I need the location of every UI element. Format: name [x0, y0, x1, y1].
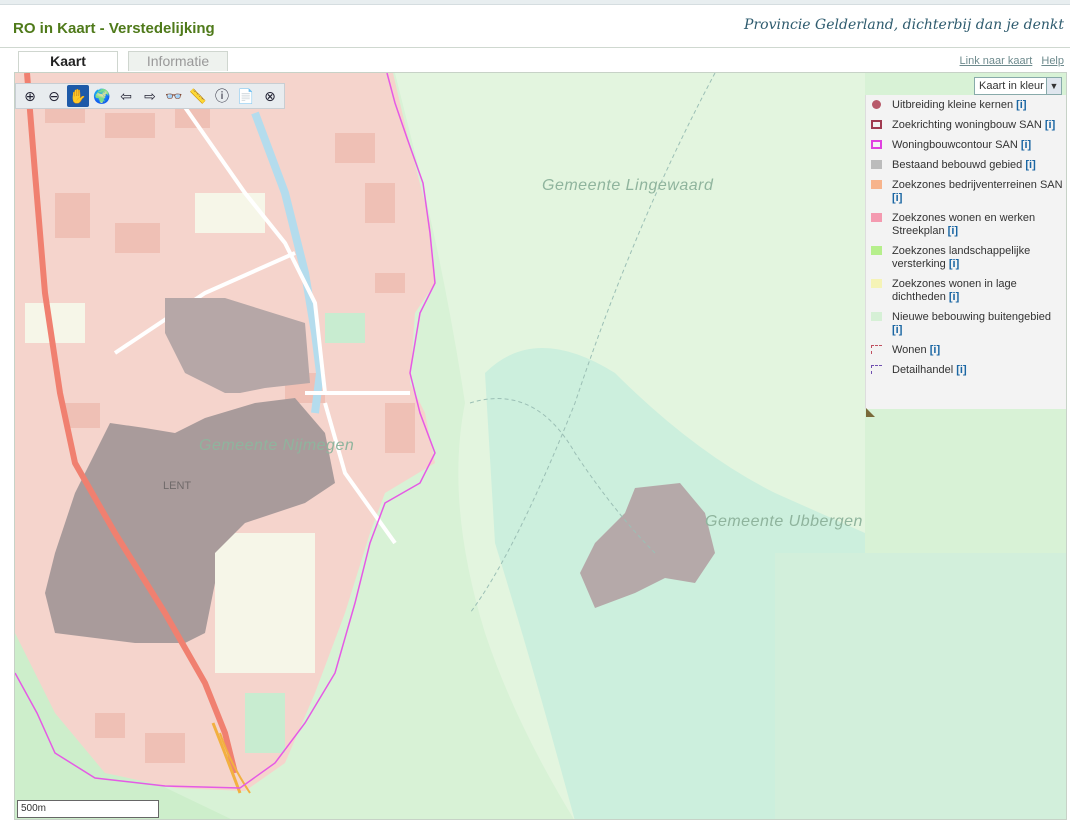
legend-item-label: Zoekzones landschappelijke versterking [892, 245, 1031, 270]
legend-panel: Uitbreiding kleine kernen [i] Zoekrichtin… [865, 95, 1066, 417]
legend-item: Wonen [i] [866, 344, 1063, 357]
legend-symbol-icon [871, 213, 882, 222]
legend-resize-handle[interactable] [866, 408, 875, 417]
zoom-out-icon[interactable]: ⊖ [43, 85, 65, 107]
legend-item: Zoekzones landschappelijke versterking [… [866, 245, 1063, 271]
map-label-nijmegen: Gemeente Nijmegen [199, 437, 355, 454]
legend-info-link[interactable]: [i] [949, 258, 959, 270]
legend-info-link[interactable]: [i] [1021, 139, 1031, 151]
legend-symbol-icon [871, 246, 882, 255]
legend-item-label: Nieuwe bebouwing buitengebied [892, 311, 1052, 323]
measure-icon[interactable]: 📏 [187, 85, 209, 107]
legend-item: Detailhandel [i] [866, 364, 1063, 377]
scale-bar: 500m [17, 800, 159, 818]
link-map-link[interactable]: Link naar kaart [960, 55, 1033, 67]
legend-info-link[interactable]: [i] [892, 192, 902, 204]
legend-info-link[interactable]: [i] [1025, 159, 1035, 171]
tab-kaart[interactable]: Kaart [18, 51, 118, 73]
legend-item: Zoekrichting woningbouw SAN [i] [866, 119, 1063, 132]
legend-symbol-icon [872, 100, 881, 109]
legend-item-label: Zoekzones bedrijventerreinen SAN [892, 179, 1063, 191]
info-icon[interactable]: ⓘ [211, 85, 233, 107]
map-style-select[interactable]: Kaart in kleur ▼ [974, 77, 1062, 95]
map-toolbar: ⊕ ⊖ ✋ 🌍 ⇦ ⇨ 👓 📏 ⓘ 📄 ⊗ [15, 83, 285, 109]
legend-info-link[interactable]: [i] [892, 324, 902, 336]
legend-symbol-icon [871, 345, 882, 354]
forward-arrow-icon[interactable]: ⇨ [139, 85, 161, 107]
legend-item: Zoekzones wonen en werken Streekplan [i] [866, 212, 1063, 238]
page-header: RO in Kaart - Verstedelijking Provincie … [0, 5, 1070, 48]
map-label-lingewaard: Gemeente Lingewaard [542, 177, 714, 194]
legend-symbol-icon [871, 140, 882, 149]
back-arrow-icon[interactable]: ⇦ [115, 85, 137, 107]
map-style-value: Kaart in kleur [979, 80, 1044, 92]
legend-symbol-icon [871, 180, 882, 189]
legend-item-label: Uitbreiding kleine kernen [892, 99, 1014, 111]
legend-item-label: Bestaand bebouwd gebied [892, 159, 1023, 171]
app-title: RO in Kaart - Verstedelijking [13, 20, 215, 37]
legend-item-label: Zoekrichting woningbouw SAN [892, 119, 1042, 131]
chevron-down-icon[interactable]: ▼ [1046, 78, 1061, 94]
legend-symbol-icon [871, 120, 882, 129]
legend-item-label: Woningbouwcontour SAN [892, 139, 1018, 151]
legend-item: Bestaand bebouwd gebied [i] [866, 159, 1063, 172]
help-link[interactable]: Help [1041, 55, 1064, 67]
legend-symbol-icon [871, 160, 882, 169]
legend-symbol-icon [871, 312, 882, 321]
legend-info-link[interactable]: [i] [1045, 119, 1055, 131]
legend-item: Nieuwe bebouwing buitengebied [i] [866, 311, 1063, 337]
search-binoculars-icon[interactable]: 👓 [163, 85, 185, 107]
map-viewer[interactable]: Gemeente Lingewaard Gemeente Nijmegen Ge… [14, 72, 1067, 820]
legend-item: Zoekzones wonen in lage dichtheden [i] [866, 278, 1063, 304]
tab-informatie[interactable]: Informatie [128, 51, 228, 71]
zoom-extent-icon[interactable]: 🌍 [91, 85, 113, 107]
legend-item-label: Zoekzones wonen en werken Streekplan [892, 212, 1036, 237]
top-links: Link naar kaart Help [954, 55, 1064, 67]
legend-info-link[interactable]: [i] [948, 225, 958, 237]
map-label-ubbergen: Gemeente Ubbergen [705, 513, 863, 530]
legend-info-link[interactable]: [i] [1016, 99, 1026, 111]
pdf-icon[interactable]: 📄 [235, 85, 257, 107]
close-map-icon[interactable]: ⊗ [259, 85, 281, 107]
legend-symbol-icon [871, 279, 882, 288]
province-slogan: Provincie Gelderland, dichterbij dan je … [744, 17, 1064, 33]
legend-item-label: Wonen [892, 344, 927, 356]
legend-item-label: Detailhandel [892, 364, 954, 376]
legend-item: Uitbreiding kleine kernen [i] [866, 99, 1063, 112]
legend-info-link[interactable]: [i] [956, 364, 966, 376]
pan-hand-icon[interactable]: ✋ [67, 85, 89, 107]
map-label-lent: LENT [163, 480, 192, 492]
zoom-in-icon[interactable]: ⊕ [19, 85, 41, 107]
legend-info-link[interactable]: [i] [949, 291, 959, 303]
legend-item: Woningbouwcontour SAN [i] [866, 139, 1063, 152]
legend-symbol-icon [871, 365, 882, 374]
legend-info-link[interactable]: [i] [930, 344, 940, 356]
legend-item: Zoekzones bedrijventerreinen SAN [i] [866, 179, 1063, 205]
